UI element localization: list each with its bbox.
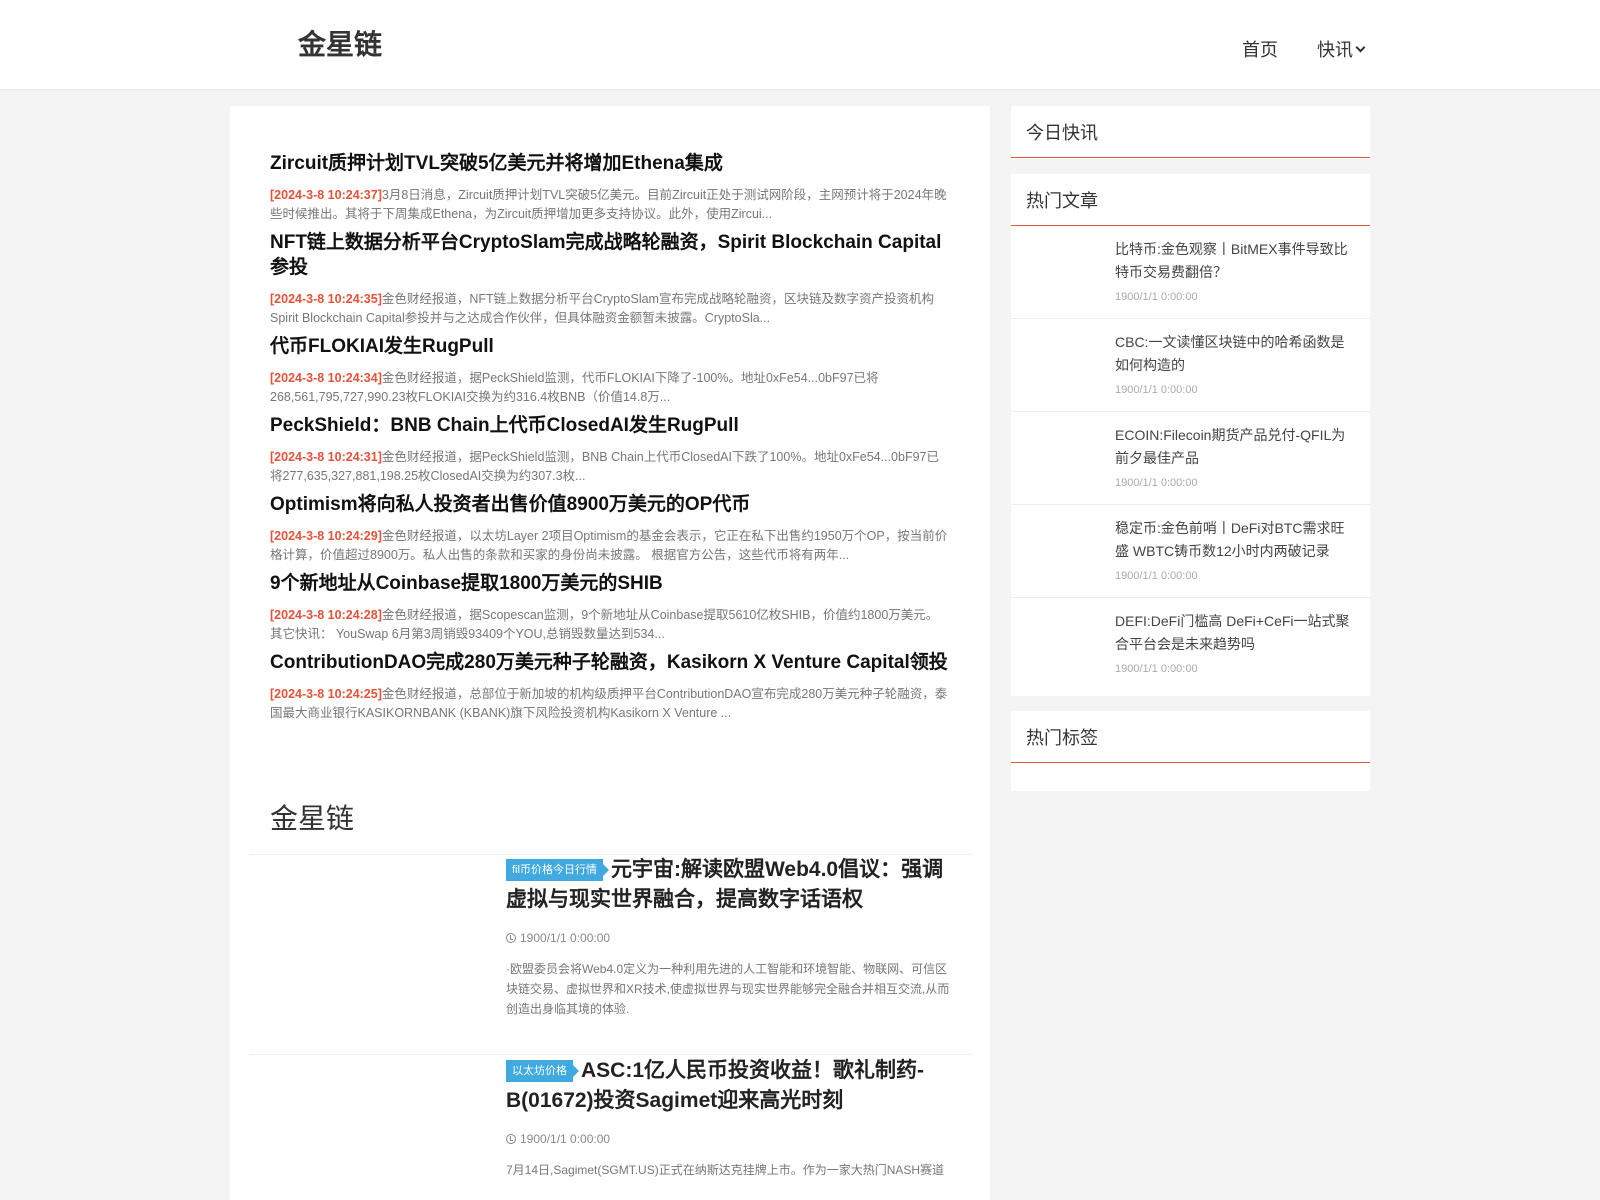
news-item: Optimism将向私人投资者出售价值8900万美元的OP代币 [2024-3-…: [270, 492, 950, 565]
category-tag[interactable]: fil币价格今日行情: [506, 859, 609, 881]
article-card: fil币价格今日行情 元宇宙:解读欧盟Web4.0倡议：强调虚拟与现实世界融合，提…: [250, 855, 972, 1055]
article-date-text: 1900/1/1 0:00:00: [520, 1132, 611, 1146]
sidebar-hot-tags: 热门标签: [1011, 711, 1370, 791]
hot-article-title[interactable]: ECOIN:Filecoin期货产品兑付-QFIL为前夕最佳产品: [1115, 424, 1355, 470]
article-summary: ·欧盟委员会将Web4.0定义为一种利用先进的人工智能和环境智能、物联网、可信区…: [506, 962, 950, 1016]
sidebar-heading: 热门文章: [1011, 174, 1370, 226]
hot-article-item[interactable]: 比特币:金色观察丨BitMEX事件导致比特币交易费翻倍？ 1900/1/1 0:…: [1011, 226, 1370, 319]
news-desc: [2024-3-8 10:24:34]金色财经报道，据PeckShield监测，…: [270, 369, 950, 407]
news-time: [2024-3-8 10:24:29]: [270, 529, 382, 543]
news-title[interactable]: 代币FLOKIAI发生RugPull: [270, 334, 950, 359]
news-item: Zircuit质押计划TVL突破5亿美元并将增加Ethena集成 [2024-3…: [270, 151, 950, 224]
hot-article-item[interactable]: CBC:一文读懂区块链中的哈希函数是如何构造的 1900/1/1 0:00:00: [1011, 319, 1370, 412]
hot-article-date: 1900/1/1 0:00:00: [1115, 291, 1198, 303]
hot-article-title[interactable]: DEFI:DeFi门槛高 DeFi+CeFi一站式聚合平台会是未来趋势吗: [1115, 610, 1355, 656]
article-title[interactable]: fil币价格今日行情 元宇宙:解读欧盟Web4.0倡议：强调虚拟与现实世界融合，提…: [506, 855, 956, 915]
news-desc: [2024-3-8 10:24:29]金色财经报道，以太坊Layer 2项目Op…: [270, 527, 950, 565]
main-content: Zircuit质押计划TVL突破5亿美元并将增加Ethena集成 [2024-3…: [230, 106, 990, 1200]
news-desc: [2024-3-8 10:24:35]金色财经报道，NFT链上数据分析平台Cry…: [270, 290, 950, 328]
news-time: [2024-3-8 10:24:34]: [270, 371, 382, 385]
article-title[interactable]: 以太坊价格 ASC:1亿人民币投资收益！歌礼制药-B(01672)投资Sagime…: [506, 1056, 956, 1116]
hot-article-body: 比特币:金色观察丨BitMEX事件导致比特币交易费翻倍？ 1900/1/1 0:…: [1115, 238, 1355, 305]
news-item: PeckShield：BNB Chain上代币ClosedAI发生RugPull…: [270, 413, 950, 486]
news-time: [2024-3-8 10:24:35]: [270, 292, 382, 306]
site-logo[interactable]: 金星链: [298, 28, 382, 62]
sidebar-hot-articles: 热门文章 比特币:金色观察丨BitMEX事件导致比特币交易费翻倍？ 1900/1…: [1011, 174, 1370, 696]
hot-article-date: 1900/1/1 0:00:00: [1115, 663, 1198, 675]
chevron-down-icon: [1355, 42, 1366, 53]
hot-article-body: ECOIN:Filecoin期货产品兑付-QFIL为前夕最佳产品 1900/1/…: [1115, 424, 1355, 491]
article-body: 以太坊价格 ASC:1亿人民币投资收益！歌礼制药-B(01672)投资Sagime…: [506, 1056, 956, 1180]
hot-article-title[interactable]: 稳定币:金色前哨丨DeFi对BTC需求旺盛 WBTC铸币数12小时内两破记录: [1115, 517, 1355, 563]
sidebar-heading: 今日快讯: [1011, 106, 1370, 158]
section-title: 金星链: [270, 803, 355, 834]
clock-icon: [506, 1134, 516, 1144]
site-header: 金星链 首页 快讯: [0, 0, 1600, 90]
news-desc: [2024-3-8 10:24:37]3月8日消息，Zircuit质押计划TVL…: [270, 186, 950, 224]
news-item: 9个新地址从Coinbase提取1800万美元的SHIB [2024-3-8 1…: [270, 571, 950, 644]
hot-article-body: 稳定币:金色前哨丨DeFi对BTC需求旺盛 WBTC铸币数12小时内两破记录 1…: [1115, 517, 1355, 584]
category-tag[interactable]: 以太坊价格: [506, 1060, 579, 1082]
nav-home[interactable]: 首页: [1242, 36, 1278, 64]
news-item: ContributionDAO完成280万美元种子轮融资，Kasikorn X …: [270, 650, 950, 723]
news-time: [2024-3-8 10:24:37]: [270, 188, 382, 202]
hot-article-title[interactable]: 比特币:金色观察丨BitMEX事件导致比特币交易费翻倍？: [1115, 238, 1355, 284]
hot-article-item[interactable]: 稳定币:金色前哨丨DeFi对BTC需求旺盛 WBTC铸币数12小时内两破记录 1…: [1011, 505, 1370, 598]
hot-article-item[interactable]: DEFI:DeFi门槛高 DeFi+CeFi一站式聚合平台会是未来趋势吗 190…: [1011, 598, 1370, 691]
article-date-text: 1900/1/1 0:00:00: [520, 931, 611, 945]
article-body: fil币价格今日行情 元宇宙:解读欧盟Web4.0倡议：强调虚拟与现实世界融合，提…: [506, 855, 956, 1019]
hot-article-body: CBC:一文读懂区块链中的哈希函数是如何构造的 1900/1/1 0:00:00: [1115, 331, 1355, 398]
sidebar-today-news: 今日快讯: [1011, 106, 1370, 159]
hot-article-title[interactable]: CBC:一文读懂区块链中的哈希函数是如何构造的: [1115, 331, 1355, 377]
news-time: [2024-3-8 10:24:28]: [270, 608, 382, 622]
hot-article-body: DEFI:DeFi门槛高 DeFi+CeFi一站式聚合平台会是未来趋势吗 190…: [1115, 610, 1355, 677]
hot-article-item[interactable]: ECOIN:Filecoin期货产品兑付-QFIL为前夕最佳产品 1900/1/…: [1011, 412, 1370, 505]
news-title[interactable]: Zircuit质押计划TVL突破5亿美元并将增加Ethena集成: [270, 151, 950, 176]
news-item: 代币FLOKIAI发生RugPull [2024-3-8 10:24:34]金色…: [270, 334, 950, 407]
news-item: NFT链上数据分析平台CryptoSlam完成战略轮融资，Spirit Bloc…: [270, 230, 950, 328]
hot-article-date: 1900/1/1 0:00:00: [1115, 477, 1198, 489]
news-title[interactable]: NFT链上数据分析平台CryptoSlam完成战略轮融资，Spirit Bloc…: [270, 230, 950, 280]
hot-article-date: 1900/1/1 0:00:00: [1115, 384, 1198, 396]
clock-icon: [506, 933, 516, 943]
news-title[interactable]: PeckShield：BNB Chain上代币ClosedAI发生RugPull: [270, 413, 950, 438]
article-date: 1900/1/1 0:00:00: [506, 1130, 956, 1148]
news-title[interactable]: ContributionDAO完成280万美元种子轮融资，Kasikorn X …: [270, 650, 950, 675]
article-summary: 7月14日,Sagimet(SGMT.US)正式在纳斯达克挂牌上市。作为一家大热…: [506, 1163, 945, 1177]
article-card: 以太坊价格 ASC:1亿人民币投资收益！歌礼制药-B(01672)投资Sagime…: [250, 1056, 972, 1200]
sidebar-heading: 热门标签: [1011, 711, 1370, 763]
news-time: [2024-3-8 10:24:25]: [270, 687, 382, 701]
news-list: Zircuit质押计划TVL突破5亿美元并将增加Ethena集成 [2024-3…: [270, 151, 950, 729]
news-desc: [2024-3-8 10:24:28]金色财经报道，据Scopescan监测，9…: [270, 606, 950, 644]
nav-news-label: 快讯: [1317, 40, 1353, 60]
news-title[interactable]: Optimism将向私人投资者出售价值8900万美元的OP代币: [270, 492, 950, 517]
hot-article-date: 1900/1/1 0:00:00: [1115, 570, 1198, 582]
article-date: 1900/1/1 0:00:00: [506, 929, 956, 947]
news-desc: [2024-3-8 10:24:25]金色财经报道，总部位于新加坡的机构级质押平…: [270, 685, 950, 723]
news-time: [2024-3-8 10:24:31]: [270, 450, 382, 464]
news-desc: [2024-3-8 10:24:31]金色财经报道，据PeckShield监测，…: [270, 448, 950, 486]
nav-news[interactable]: 快讯: [1317, 36, 1366, 64]
news-title[interactable]: 9个新地址从Coinbase提取1800万美元的SHIB: [270, 571, 950, 596]
